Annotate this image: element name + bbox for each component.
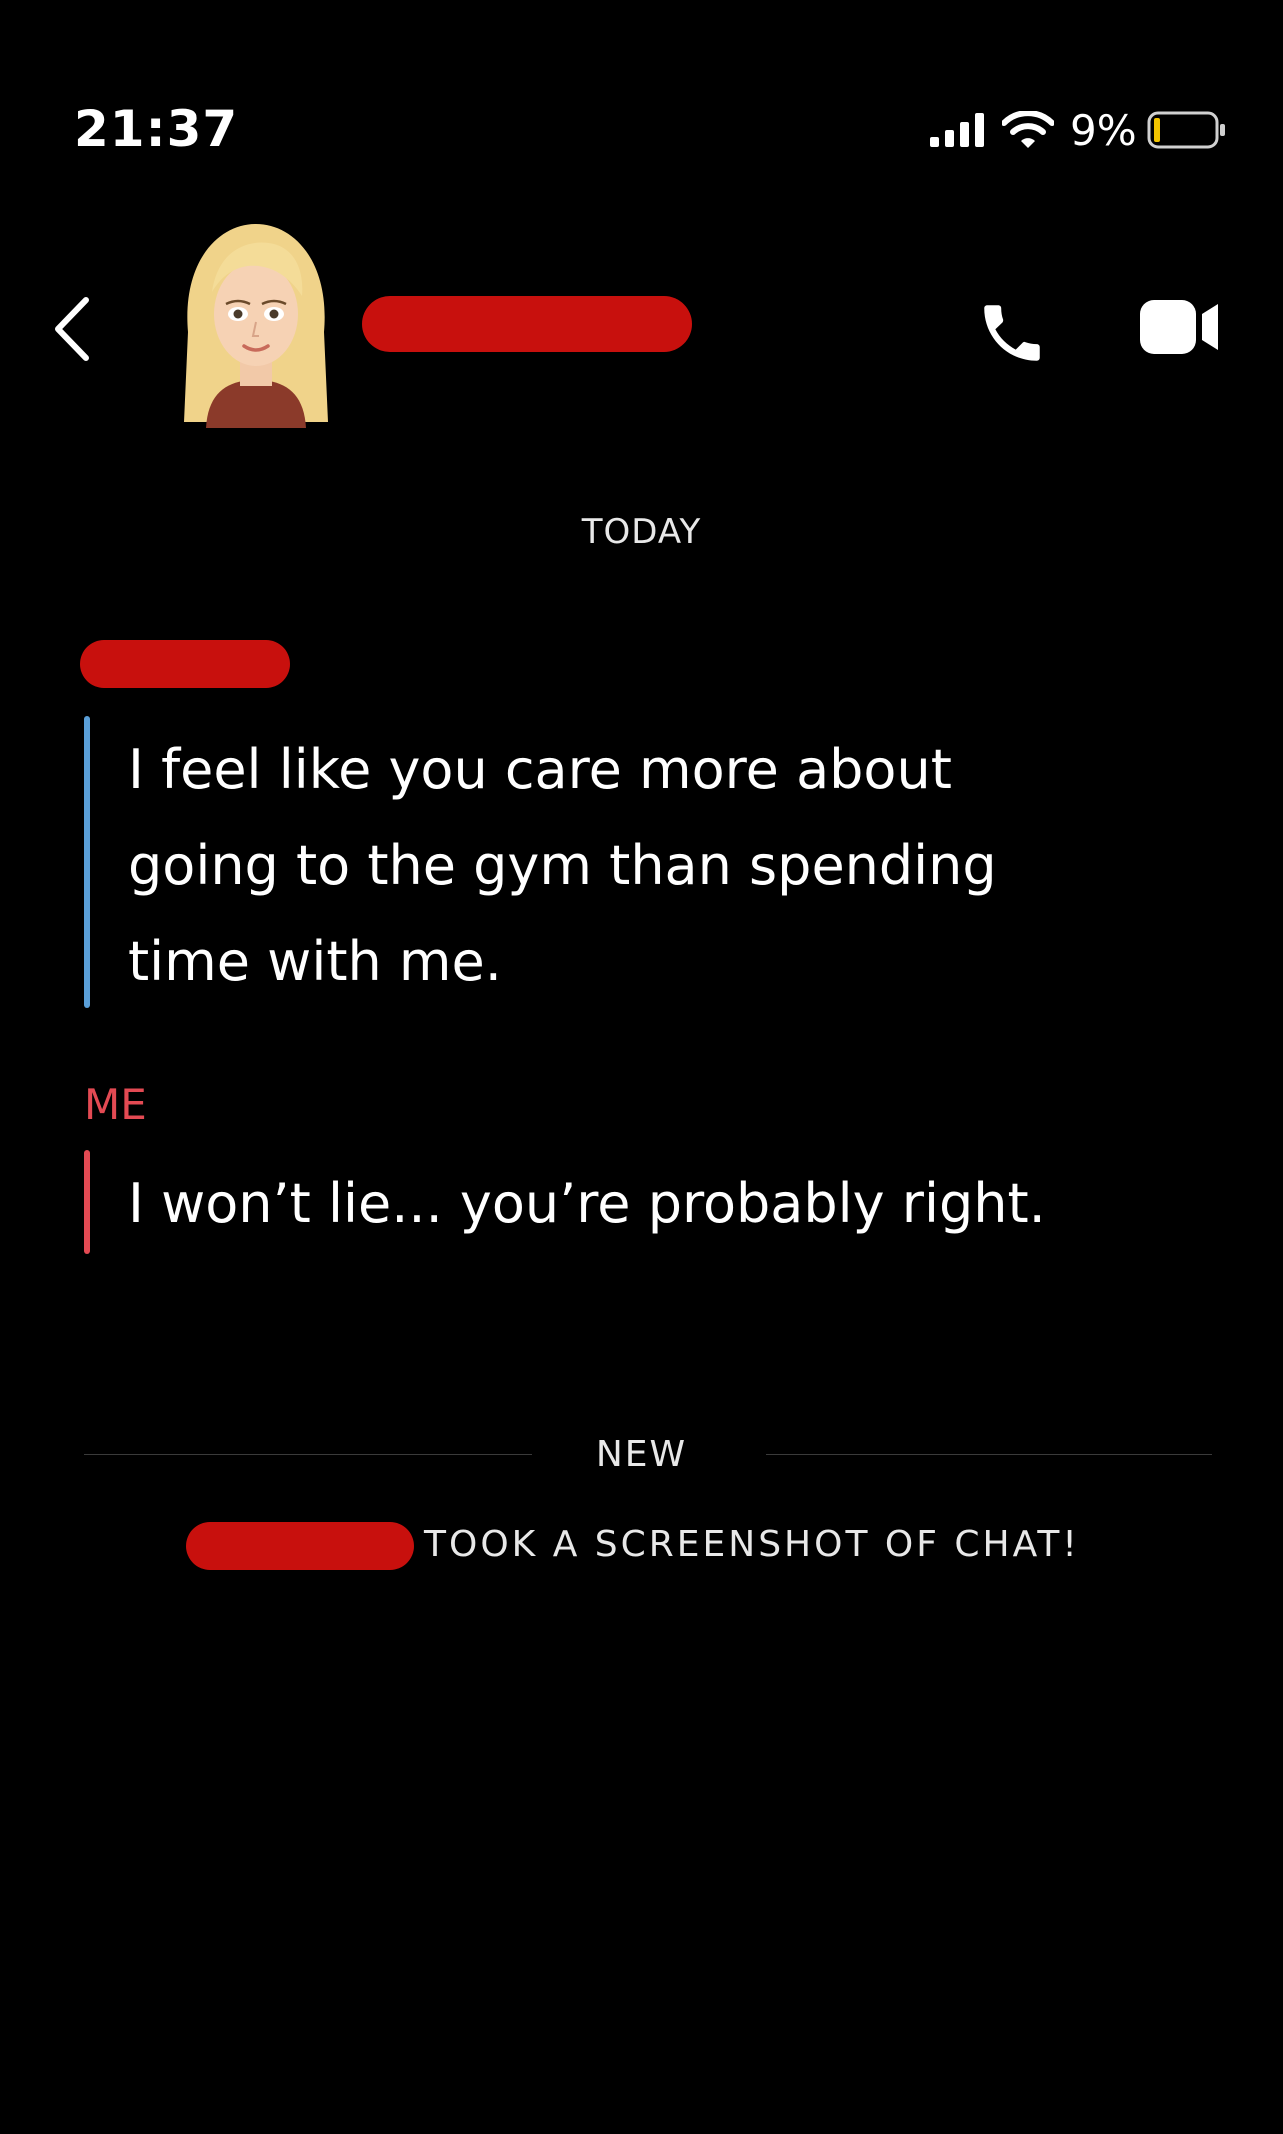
signal-icon xyxy=(930,113,984,147)
wifi-icon xyxy=(1002,111,1054,148)
back-icon[interactable] xyxy=(50,296,92,362)
message-bar-friend xyxy=(84,716,90,1008)
battery-icon xyxy=(1147,111,1225,149)
avatar[interactable] xyxy=(178,222,334,428)
message-bar-me xyxy=(84,1150,90,1254)
sender-label-me: ME xyxy=(84,1080,147,1129)
screenshot-notice: TOOK A SCREENSHOT OF CHAT! xyxy=(424,1524,1080,1565)
redacted-sender-name xyxy=(80,640,290,688)
video-call-icon[interactable] xyxy=(1138,298,1222,356)
battery-percent: 9% xyxy=(1070,105,1137,155)
status-time: 21:37 xyxy=(74,100,239,158)
message-text[interactable]: I won’t lie... you’re probably right. xyxy=(128,1156,1228,1252)
phone-call-icon[interactable] xyxy=(975,296,1049,370)
redacted-contact-name xyxy=(362,296,692,352)
message-text[interactable]: I feel like you care more about going to… xyxy=(128,722,1048,1010)
redacted-screenshot-user xyxy=(186,1522,414,1570)
divider-line-right xyxy=(766,1454,1212,1455)
day-separator: TODAY xyxy=(581,512,702,552)
status-indicators: 9% xyxy=(930,105,1227,155)
